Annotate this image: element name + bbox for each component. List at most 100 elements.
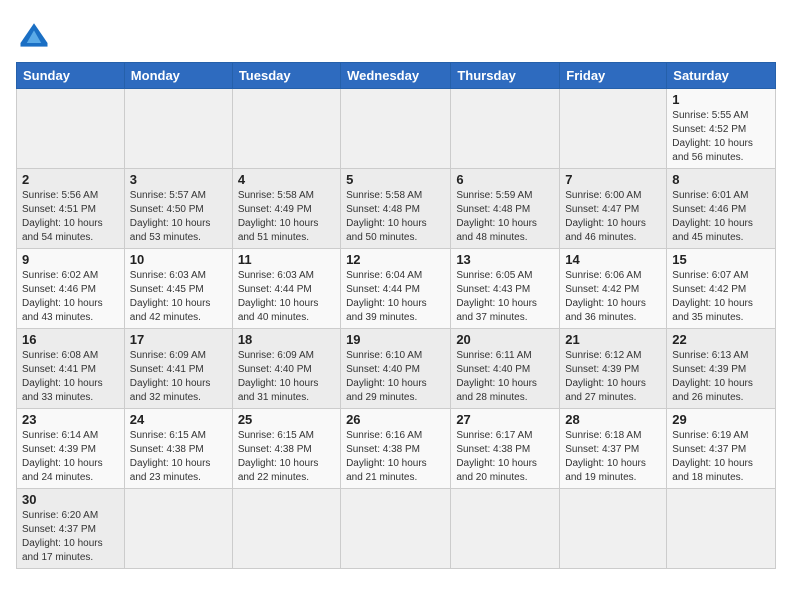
calendar-cell [17, 89, 125, 169]
calendar-cell: 27Sunrise: 6:17 AMSunset: 4:38 PMDayligh… [451, 409, 560, 489]
day-info: Sunrise: 5:56 AMSunset: 4:51 PMDaylight:… [22, 189, 119, 245]
col-header-sunday: Sunday [17, 63, 125, 89]
calendar-cell: 13 Sunrise: 6:05 AMSunset: 4:43 PMDayligh… [451, 249, 560, 329]
day-info: Sunrise: 6:18 AMSunset: 4:37 PMDaylight:… [565, 429, 661, 485]
calendar-cell: 22Sunrise: 6:13 AMSunset: 4:39 PMDayligh… [667, 329, 776, 409]
calendar-cell [232, 489, 340, 569]
calendar-cell: 11 Sunrise: 6:03 AMSunset: 4:44 PMDayligh… [232, 249, 340, 329]
calendar-cell: 19 Sunrise: 6:10 AMSunset: 4:40 PMDayligh… [341, 329, 451, 409]
calendar-week-2: 2 Sunrise: 5:56 AMSunset: 4:51 PMDaylight… [17, 169, 776, 249]
calendar-cell: 28 Sunrise: 6:18 AMSunset: 4:37 PMDayligh… [560, 409, 667, 489]
day-info: Sunrise: 6:07 AMSunset: 4:42 PMDaylight:… [672, 269, 770, 325]
day-number: 10 [130, 252, 227, 267]
calendar-cell [232, 89, 340, 169]
calendar-cell: 20 Sunrise: 6:11 AMSunset: 4:40 PMDayligh… [451, 329, 560, 409]
calendar-cell: 7 Sunrise: 6:00 AMSunset: 4:47 PMDaylight… [560, 169, 667, 249]
calendar-week-4: 16 Sunrise: 6:08 AMSunset: 4:41 PMDayligh… [17, 329, 776, 409]
day-number: 1 [672, 92, 770, 107]
day-number: 19 [346, 332, 445, 347]
day-info: Sunrise: 6:03 AMSunset: 4:44 PMDaylight:… [238, 269, 335, 325]
day-number: 7 [565, 172, 661, 187]
day-info: Sunrise: 6:14 AMSunset: 4:39 PMDaylight:… [22, 429, 119, 485]
calendar-cell: 10 Sunrise: 6:03 AMSunset: 4:45 PMDayligh… [124, 249, 232, 329]
calendar-cell: 23 Sunrise: 6:14 AMSunset: 4:39 PMDayligh… [17, 409, 125, 489]
day-number: 15 [672, 252, 770, 267]
calendar-cell: 18 Sunrise: 6:09 AMSunset: 4:40 PMDayligh… [232, 329, 340, 409]
col-header-wednesday: Wednesday [341, 63, 451, 89]
calendar-cell [124, 489, 232, 569]
day-info: Sunrise: 6:03 AMSunset: 4:45 PMDaylight:… [130, 269, 227, 325]
day-info: Sunrise: 6:13 AMSunset: 4:39 PMDaylight:… [672, 349, 770, 405]
day-number: 3 [130, 172, 227, 187]
day-info: Sunrise: 6:09 AMSunset: 4:40 PMDaylight:… [238, 349, 335, 405]
page: SundayMondayTuesdayWednesdayThursdayFrid… [0, 0, 792, 579]
day-info: Sunrise: 6:00 AMSunset: 4:47 PMDaylight:… [565, 189, 661, 245]
day-info: Sunrise: 6:11 AMSunset: 4:40 PMDaylight:… [456, 349, 554, 405]
calendar-week-1: 1 Sunrise: 5:55 AMSunset: 4:52 PMDaylight… [17, 89, 776, 169]
day-number: 17 [130, 332, 227, 347]
col-header-thursday: Thursday [451, 63, 560, 89]
day-info: Sunrise: 6:08 AMSunset: 4:41 PMDaylight:… [22, 349, 119, 405]
calendar-week-5: 23 Sunrise: 6:14 AMSunset: 4:39 PMDayligh… [17, 409, 776, 489]
calendar-cell: 6Sunrise: 5:59 AMSunset: 4:48 PMDaylight… [451, 169, 560, 249]
calendar-cell [560, 489, 667, 569]
calendar-header-row: SundayMondayTuesdayWednesdayThursdayFrid… [17, 63, 776, 89]
calendar-cell [341, 89, 451, 169]
day-number: 23 [22, 412, 119, 427]
calendar-table: SundayMondayTuesdayWednesdayThursdayFrid… [16, 62, 776, 569]
day-number: 25 [238, 412, 335, 427]
day-number: 21 [565, 332, 661, 347]
day-info: Sunrise: 6:05 AMSunset: 4:43 PMDaylight:… [456, 269, 554, 325]
calendar-cell: 16 Sunrise: 6:08 AMSunset: 4:41 PMDayligh… [17, 329, 125, 409]
calendar-cell [560, 89, 667, 169]
calendar-week-3: 9Sunrise: 6:02 AMSunset: 4:46 PMDaylight… [17, 249, 776, 329]
day-number: 11 [238, 252, 335, 267]
header [16, 16, 776, 52]
calendar-cell: 21 Sunrise: 6:12 AMSunset: 4:39 PMDayligh… [560, 329, 667, 409]
day-info: Sunrise: 6:19 AMSunset: 4:37 PMDaylight:… [672, 429, 770, 485]
col-header-monday: Monday [124, 63, 232, 89]
day-info: Sunrise: 6:02 AMSunset: 4:46 PMDaylight:… [22, 269, 119, 325]
day-number: 6 [456, 172, 554, 187]
day-info: Sunrise: 6:15 AMSunset: 4:38 PMDaylight:… [238, 429, 335, 485]
logo [16, 16, 58, 52]
day-info: Sunrise: 6:12 AMSunset: 4:39 PMDaylight:… [565, 349, 661, 405]
calendar-cell: 3 Sunrise: 5:57 AMSunset: 4:50 PMDaylight… [124, 169, 232, 249]
calendar-cell: 12Sunrise: 6:04 AMSunset: 4:44 PMDayligh… [341, 249, 451, 329]
day-info: Sunrise: 6:06 AMSunset: 4:42 PMDaylight:… [565, 269, 661, 325]
calendar-cell [341, 489, 451, 569]
day-number: 30 [22, 492, 119, 507]
day-info: Sunrise: 5:55 AMSunset: 4:52 PMDaylight:… [672, 109, 770, 165]
calendar-cell: 15 Sunrise: 6:07 AMSunset: 4:42 PMDayligh… [667, 249, 776, 329]
calendar-cell: 26Sunrise: 6:16 AMSunset: 4:38 PMDayligh… [341, 409, 451, 489]
day-number: 28 [565, 412, 661, 427]
day-info: Sunrise: 5:58 AMSunset: 4:48 PMDaylight:… [346, 189, 445, 245]
calendar-cell [451, 489, 560, 569]
day-info: Sunrise: 6:16 AMSunset: 4:38 PMDaylight:… [346, 429, 445, 485]
day-info: Sunrise: 6:10 AMSunset: 4:40 PMDaylight:… [346, 349, 445, 405]
calendar-cell: 30Sunrise: 6:20 AMSunset: 4:37 PMDayligh… [17, 489, 125, 569]
calendar-cell: 9Sunrise: 6:02 AMSunset: 4:46 PMDaylight… [17, 249, 125, 329]
day-info: Sunrise: 6:09 AMSunset: 4:41 PMDaylight:… [130, 349, 227, 405]
day-info: Sunrise: 5:58 AMSunset: 4:49 PMDaylight:… [238, 189, 335, 245]
calendar-cell: 14Sunrise: 6:06 AMSunset: 4:42 PMDayligh… [560, 249, 667, 329]
day-number: 2 [22, 172, 119, 187]
col-header-friday: Friday [560, 63, 667, 89]
day-number: 13 [456, 252, 554, 267]
day-info: Sunrise: 6:15 AMSunset: 4:38 PMDaylight:… [130, 429, 227, 485]
calendar-week-6: 30Sunrise: 6:20 AMSunset: 4:37 PMDayligh… [17, 489, 776, 569]
day-number: 20 [456, 332, 554, 347]
day-number: 18 [238, 332, 335, 347]
calendar-cell: 5Sunrise: 5:58 AMSunset: 4:48 PMDaylight… [341, 169, 451, 249]
calendar-cell: 1 Sunrise: 5:55 AMSunset: 4:52 PMDaylight… [667, 89, 776, 169]
day-number: 24 [130, 412, 227, 427]
day-number: 8 [672, 172, 770, 187]
calendar-cell [124, 89, 232, 169]
generalblue-logo-icon [16, 16, 52, 52]
calendar-cell: 24 Sunrise: 6:15 AMSunset: 4:38 PMDayligh… [124, 409, 232, 489]
day-info: Sunrise: 5:57 AMSunset: 4:50 PMDaylight:… [130, 189, 227, 245]
calendar-cell: 25 Sunrise: 6:15 AMSunset: 4:38 PMDayligh… [232, 409, 340, 489]
day-number: 27 [456, 412, 554, 427]
calendar-cell: 4Sunrise: 5:58 AMSunset: 4:49 PMDaylight… [232, 169, 340, 249]
day-number: 16 [22, 332, 119, 347]
